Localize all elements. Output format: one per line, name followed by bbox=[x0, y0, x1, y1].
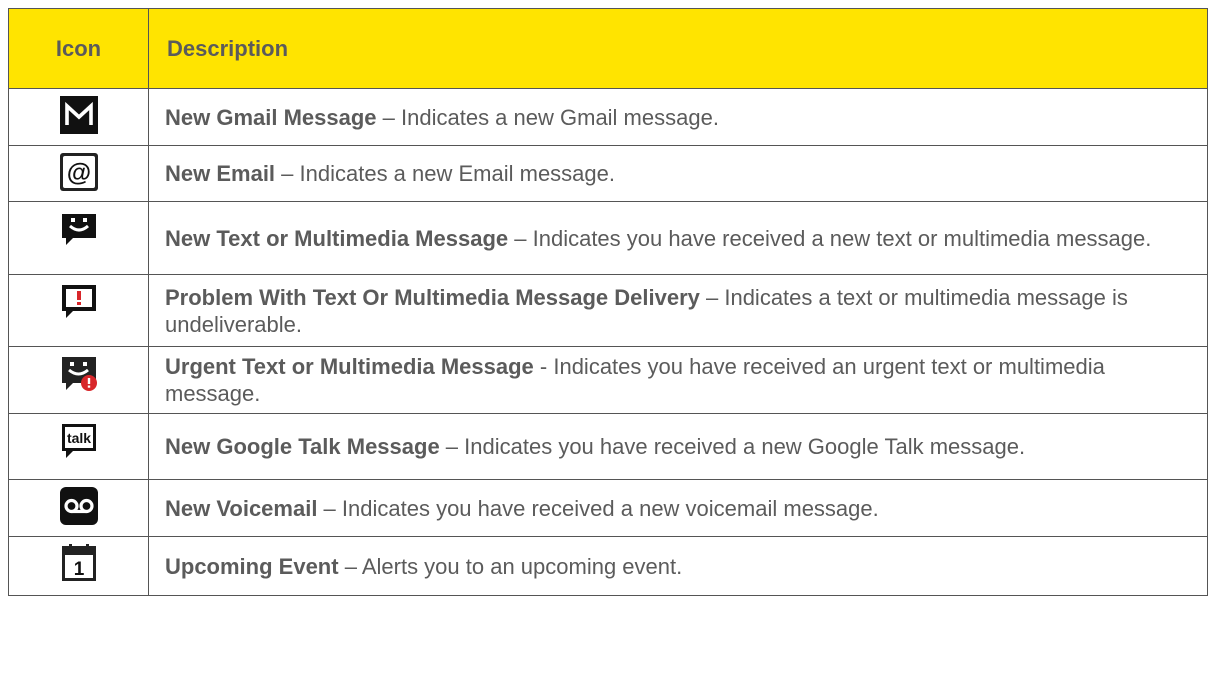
urgent-message-icon bbox=[59, 353, 99, 393]
row-description: New Gmail Message – Indicates a new Gmai… bbox=[148, 88, 1208, 146]
row-description: New Email – Indicates a new Email messag… bbox=[148, 145, 1208, 202]
text-message-smiley-icon bbox=[59, 208, 99, 248]
svg-text:@: @ bbox=[66, 159, 90, 187]
row-text: Alerts you to an upcoming event. bbox=[361, 553, 683, 579]
notification-icons-table: Icon Description New Gmail Message – Ind… bbox=[8, 8, 1208, 596]
row-description: New Voicemail – Indicates you have recei… bbox=[148, 479, 1208, 537]
gmail-icon bbox=[59, 95, 99, 135]
row-text: Indicates you have received a new voicem… bbox=[341, 495, 879, 521]
row-title: Problem With Text Or Multimedia Message … bbox=[165, 284, 700, 310]
row-text: Indicates you have received a new Google… bbox=[464, 434, 1026, 459]
row-text: Indicates a new Email message. bbox=[299, 161, 616, 186]
table-header-row: Icon Description bbox=[8, 8, 1208, 89]
row-title: New Email bbox=[165, 161, 276, 186]
email-at-icon: @ bbox=[59, 152, 99, 192]
row-description: Urgent Text or Multimedia Message - Indi… bbox=[148, 346, 1208, 414]
row-title: New Voicemail bbox=[165, 495, 318, 521]
row-description: New Google Talk Message – Indicates you … bbox=[148, 413, 1208, 480]
voicemail-icon bbox=[59, 486, 99, 526]
row-description: Problem With Text Or Multimedia Message … bbox=[148, 274, 1208, 347]
row-title: Upcoming Event bbox=[165, 553, 339, 579]
header-description: Description bbox=[148, 8, 1208, 89]
table-row: @ New Email – Indicates a new Email mess… bbox=[8, 145, 1208, 202]
message-problem-icon bbox=[59, 281, 99, 321]
table-row: talk New Google Talk Message – Indicates… bbox=[8, 413, 1208, 480]
row-title: New Gmail Message bbox=[165, 104, 377, 130]
row-title: New Google Talk Message bbox=[165, 434, 440, 459]
table-row: New Text or Multimedia Message – Indicat… bbox=[8, 201, 1208, 275]
table-row: Problem With Text Or Multimedia Message … bbox=[8, 274, 1208, 347]
row-description: Upcoming Event – Alerts you to an upcomi… bbox=[148, 536, 1208, 596]
header-icon: Icon bbox=[8, 8, 149, 89]
row-text: Indicates you have received a new text o… bbox=[532, 225, 1152, 251]
row-title: Urgent Text or Multimedia Message bbox=[165, 354, 534, 379]
table-row: New Voicemail – Indicates you have recei… bbox=[8, 479, 1208, 537]
google-talk-icon: talk bbox=[59, 420, 99, 460]
row-title: New Text or Multimedia Message bbox=[165, 225, 509, 251]
table-row: New Gmail Message – Indicates a new Gmai… bbox=[8, 88, 1208, 146]
calendar-icon-date: 1 bbox=[73, 559, 84, 580]
table-row: 1 Upcoming Event – Alerts you to an upco… bbox=[8, 536, 1208, 596]
calendar-event-icon: 1 bbox=[59, 543, 99, 583]
table-row: Urgent Text or Multimedia Message - Indi… bbox=[8, 346, 1208, 414]
talk-icon-label: talk bbox=[66, 430, 90, 446]
row-description: New Text or Multimedia Message – Indicat… bbox=[148, 201, 1208, 275]
row-text: Indicates a new Gmail message. bbox=[401, 104, 719, 130]
